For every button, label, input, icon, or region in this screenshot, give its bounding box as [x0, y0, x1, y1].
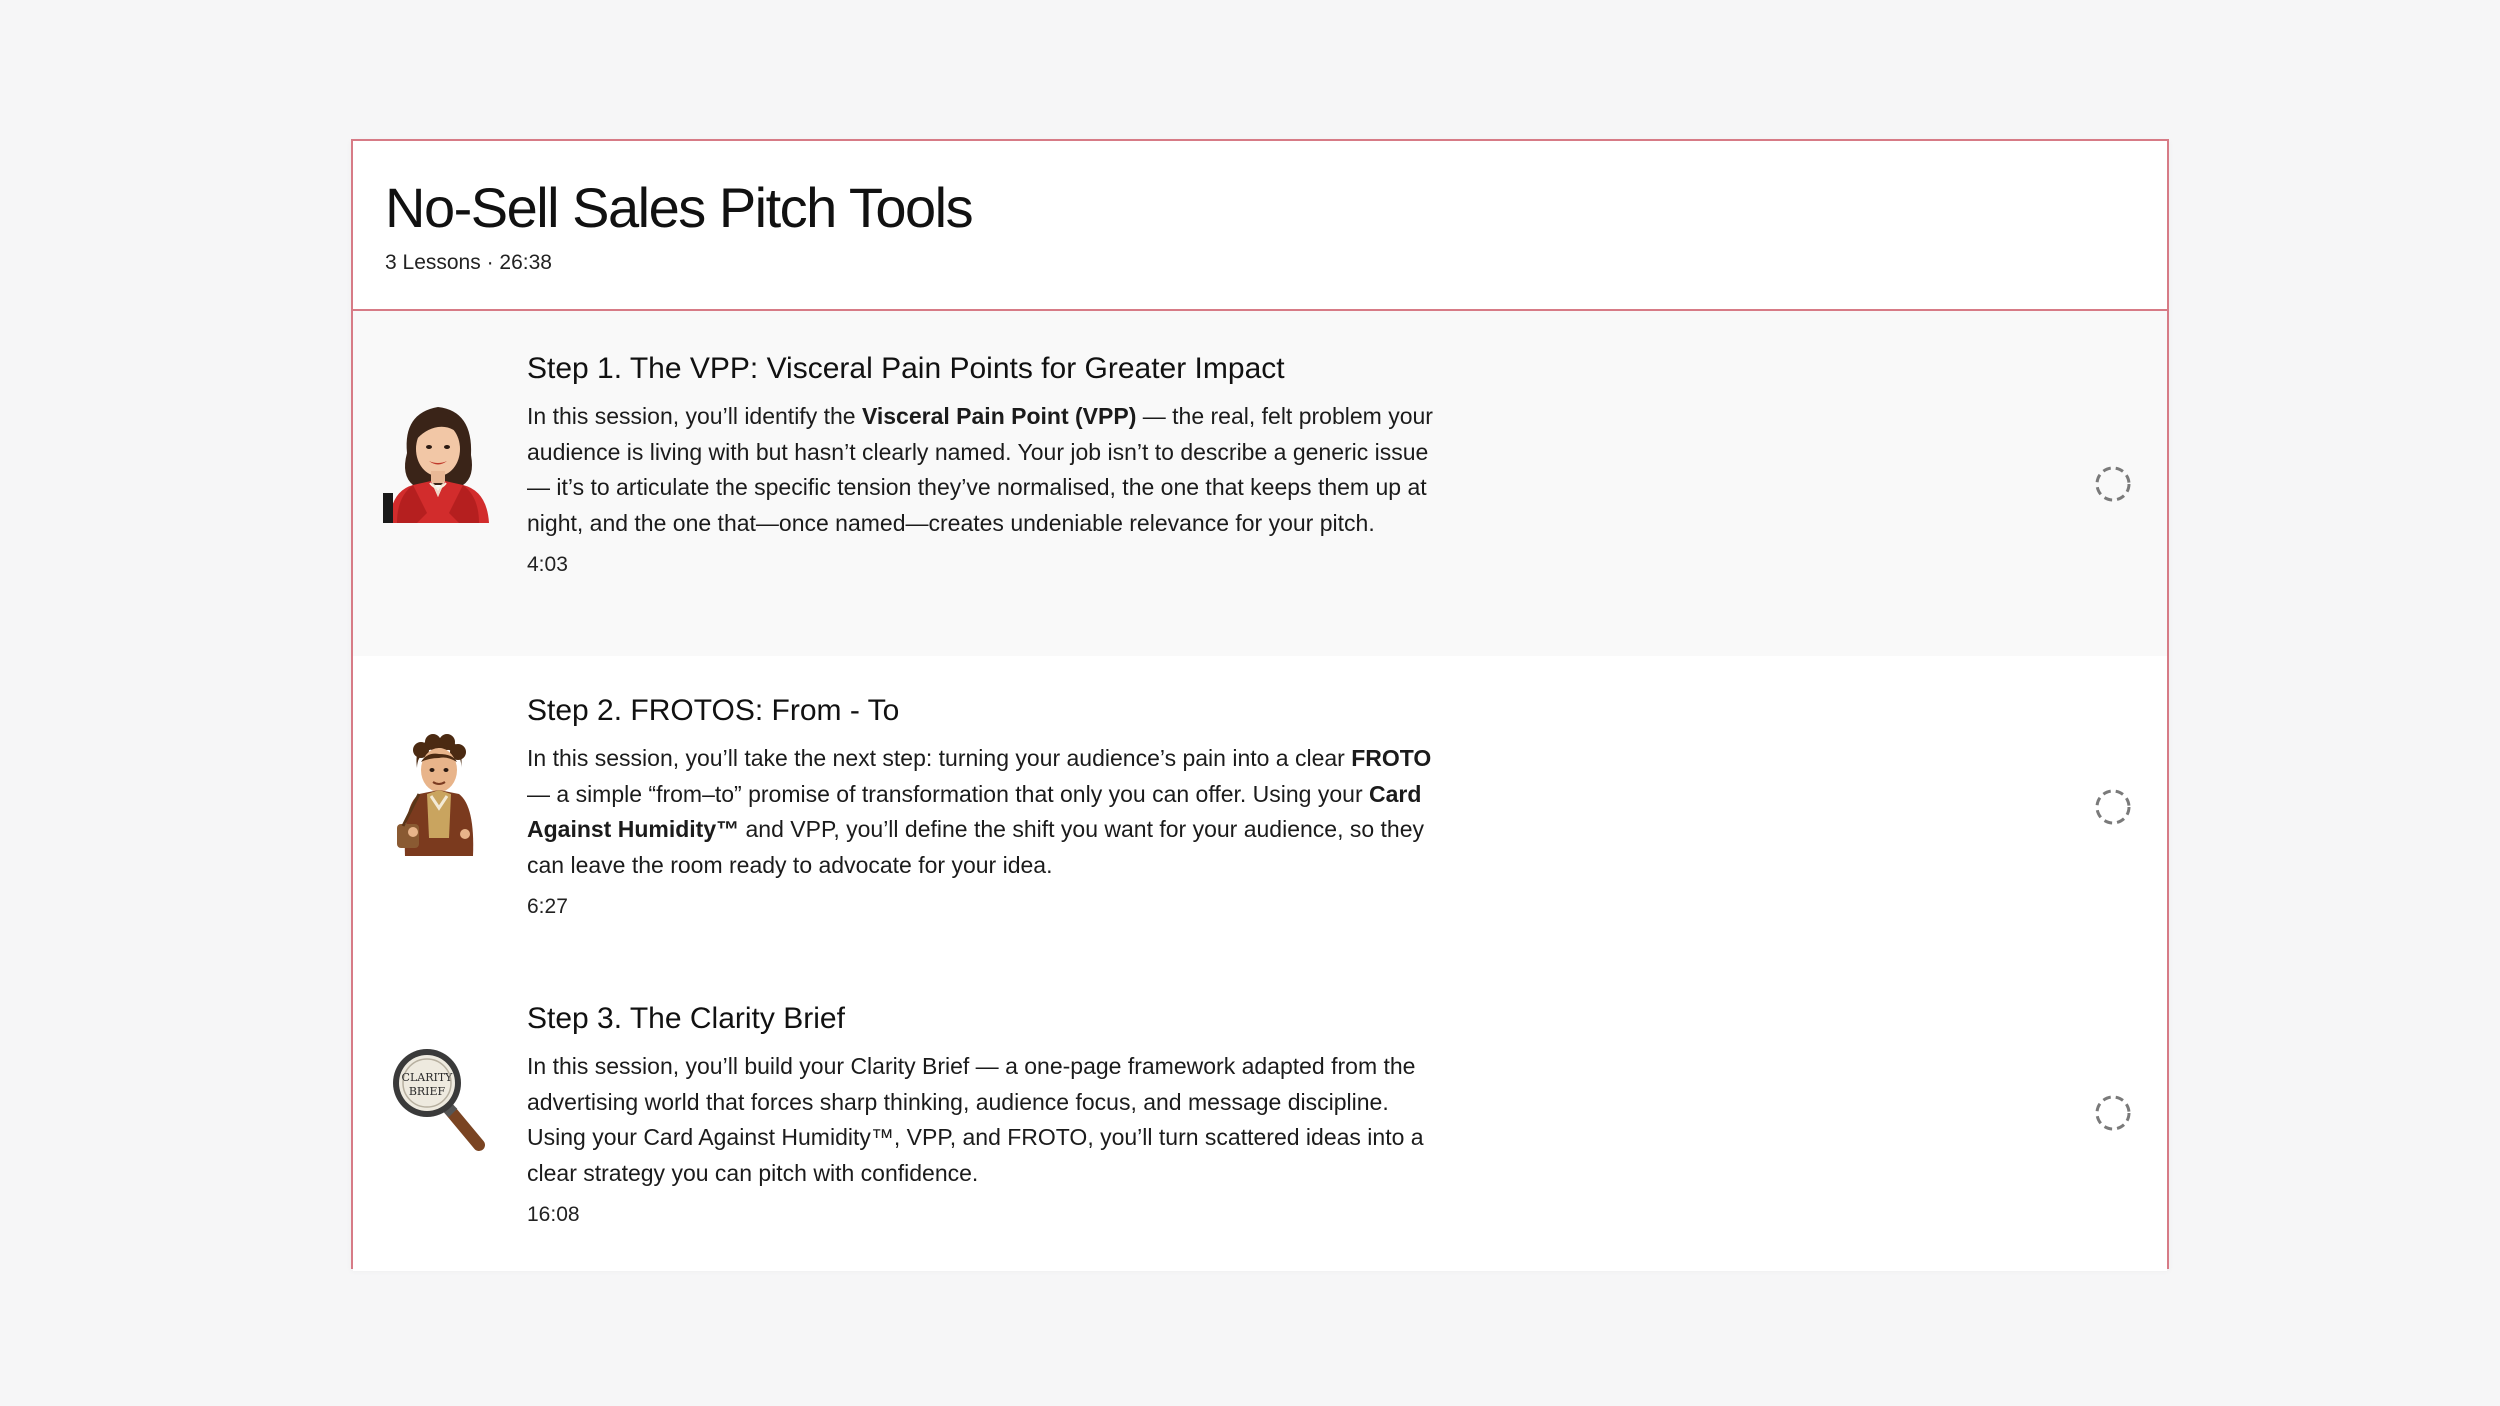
lesson-title[interactable]: Step 1. The VPP: Visceral Pain Points fo…: [527, 351, 2167, 387]
course-card: No-Sell Sales Pitch Tools 3 Lessons · 26…: [351, 139, 2169, 1271]
dashed-circle-status-icon[interactable]: [2094, 1094, 2132, 1132]
page-title: No-Sell Sales Pitch Tools: [385, 176, 974, 239]
dashed-circle-status-icon[interactable]: [2094, 465, 2132, 503]
lesson-title[interactable]: Step 2. FROTOS: From - To: [527, 693, 2167, 729]
desc-text: In this session, you’ll identify the: [527, 403, 862, 429]
lens-text-bottom: BRIEF: [409, 1085, 446, 1098]
lesson-row-2[interactable]: Step 2. FROTOS: From - To In this sessio…: [353, 656, 2167, 963]
desc-text: In this session, you’ll build your Clari…: [527, 1053, 1424, 1186]
lesson-description: In this session, you’ll build your Clari…: [527, 1049, 1447, 1191]
desc-text: — a simple “from–to” promise of transfor…: [527, 780, 1369, 807]
desc-text: In this session, you’ll take the next st…: [527, 745, 1352, 771]
course-meta: 3 Lessons · 26:38: [385, 250, 552, 274]
magnifying-glass-icon: CLARITY BRIEF: [383, 1035, 493, 1165]
lesson-duration: 6:27: [527, 895, 568, 918]
course-header: No-Sell Sales Pitch Tools 3 Lessons · 26…: [353, 141, 2167, 311]
lesson-row-1[interactable]: Step 1. The VPP: Visceral Pain Points fo…: [353, 311, 2167, 656]
woman-red-jacket-avatar-icon: [383, 393, 493, 523]
dashed-circle-status-icon[interactable]: [2094, 788, 2132, 826]
desc-bold-text: FROTO: [1351, 745, 1432, 771]
lens-text-top: CLARITY: [402, 1071, 454, 1084]
lesson-row-3[interactable]: CLARITY BRIEF Step 3. The Clarity Brief …: [353, 963, 2167, 1271]
lesson-title[interactable]: Step 3. The Clarity Brief: [527, 1001, 2167, 1037]
lesson-description: In this session, you’ll take the next st…: [527, 741, 1447, 883]
lesson-duration: 4:03: [527, 553, 568, 576]
hobbit-character-avatar-icon: [383, 728, 493, 858]
lesson-duration: 16:08: [527, 1203, 580, 1226]
lesson-description: In this session, you’ll identify the Vis…: [527, 399, 1447, 541]
desc-bold-text: Visceral Pain Point (VPP): [861, 403, 1137, 429]
